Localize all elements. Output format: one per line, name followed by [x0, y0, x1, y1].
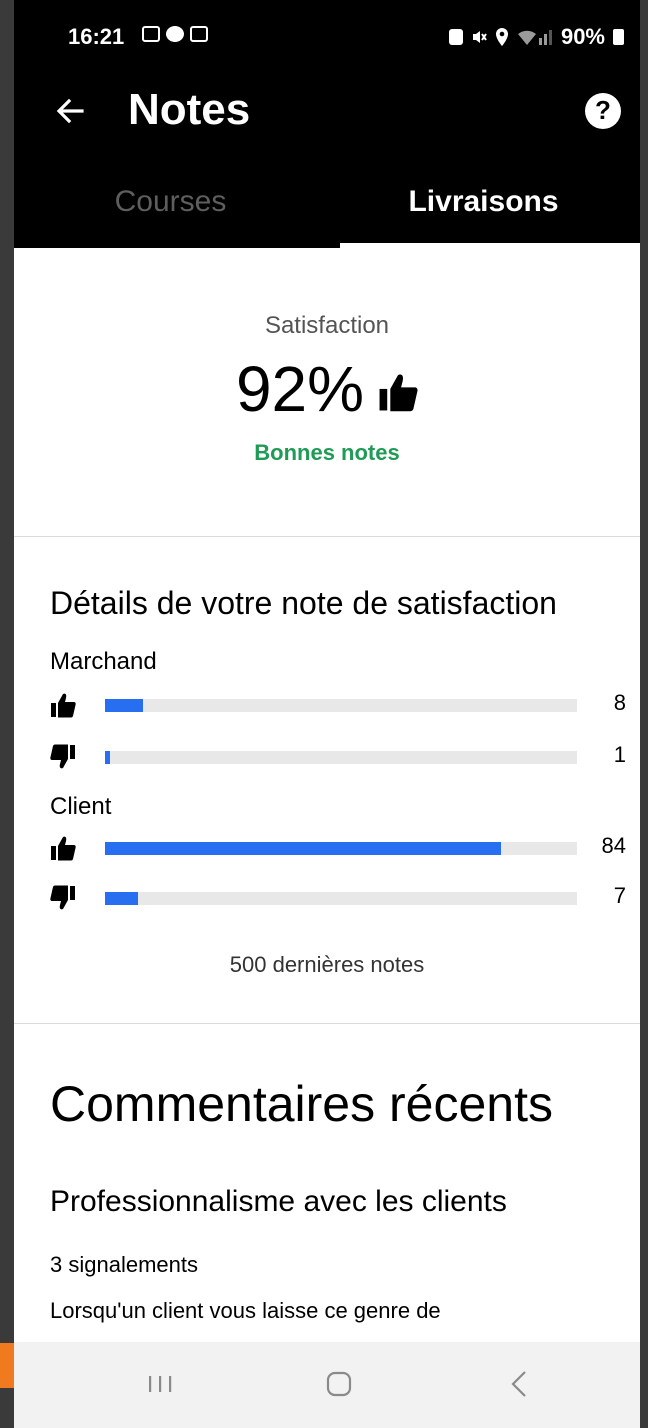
divider	[14, 536, 640, 537]
recents-icon[interactable]	[145, 1366, 175, 1402]
rating-row: 1	[50, 742, 640, 772]
active-tab-indicator	[340, 243, 640, 248]
tab-bar: Courses Livraisons	[14, 155, 640, 248]
rating-count: 7	[613, 883, 626, 908]
rating-count: 1	[613, 742, 626, 767]
system-icons: 90%	[448, 24, 624, 50]
thumbs-down-icon	[50, 744, 75, 769]
page-title: Notes	[128, 85, 251, 134]
status-time: 16:21	[68, 24, 125, 49]
notification-icons	[142, 26, 208, 42]
satisfaction-label: Satisfaction	[264, 312, 390, 339]
rating-bar-track	[105, 751, 577, 764]
rating-row: 7	[50, 883, 640, 913]
location-icon	[495, 28, 508, 46]
device-frame-right	[640, 0, 648, 1428]
back-arrow-icon[interactable]	[52, 93, 88, 129]
ratings-footer: 500 dernières notes	[229, 952, 425, 977]
rating-row: 84	[50, 833, 640, 863]
rating-count: 8	[613, 690, 626, 715]
rating-bar-track	[105, 699, 577, 712]
rating-bar-fill	[105, 842, 501, 855]
svg-text:?: ?	[595, 95, 611, 125]
thumbs-up-icon	[379, 374, 418, 412]
tab-livraisons[interactable]: Livraisons	[327, 155, 640, 248]
phone-screen: 16:21 90% Notes ? Courses Livraisons Sat…	[14, 0, 640, 1428]
rating-bar-fill	[105, 751, 110, 764]
battery-icon	[613, 29, 624, 45]
gallery-icon	[142, 26, 160, 42]
home-icon[interactable]	[323, 1368, 355, 1400]
rating-bar-track	[105, 892, 577, 905]
app-header: Notes ?	[14, 75, 640, 155]
rating-count: 84	[601, 833, 626, 858]
tab-courses[interactable]: Courses	[14, 155, 327, 248]
system-navbar	[14, 1342, 640, 1428]
satisfaction-score: 92%	[14, 352, 640, 426]
comments-title: Commentaires récents	[50, 1076, 553, 1132]
rating-bar-fill	[105, 892, 138, 905]
card-icon	[190, 26, 208, 42]
group-label-marchand: Marchand	[50, 648, 157, 675]
thumbs-up-icon	[51, 693, 76, 718]
comment-count: 3 signalements	[50, 1252, 198, 1277]
edge-tab	[0, 1343, 14, 1388]
rating-bar-track	[105, 842, 577, 855]
comment-text: Lorsqu'un client vous laisse ce genre de	[50, 1298, 441, 1323]
thumbs-up-icon	[51, 836, 76, 861]
battery-level: 90%	[560, 24, 605, 49]
wifi-icon	[517, 30, 552, 45]
rating-bar-fill	[105, 699, 143, 712]
comment-category-title[interactable]: Professionnalisme avec les clients	[50, 1185, 507, 1219]
satisfaction-value: 92%	[235, 353, 365, 425]
mute-icon	[472, 31, 487, 43]
details-title: Détails de votre note de satisfaction	[50, 585, 557, 621]
lock-icon	[448, 29, 463, 45]
help-icon[interactable]: ?	[584, 92, 622, 130]
chat-icon	[166, 26, 184, 42]
divider	[14, 1023, 640, 1024]
device-frame-left	[0, 0, 14, 1428]
group-label-client: Client	[50, 793, 112, 820]
back-icon[interactable]	[508, 1366, 530, 1402]
rating-row: 8	[50, 690, 640, 720]
status-bar: 16:21 90%	[14, 0, 640, 75]
thumbs-down-icon	[50, 885, 75, 910]
satisfaction-status: Bonnes notes	[254, 440, 400, 465]
